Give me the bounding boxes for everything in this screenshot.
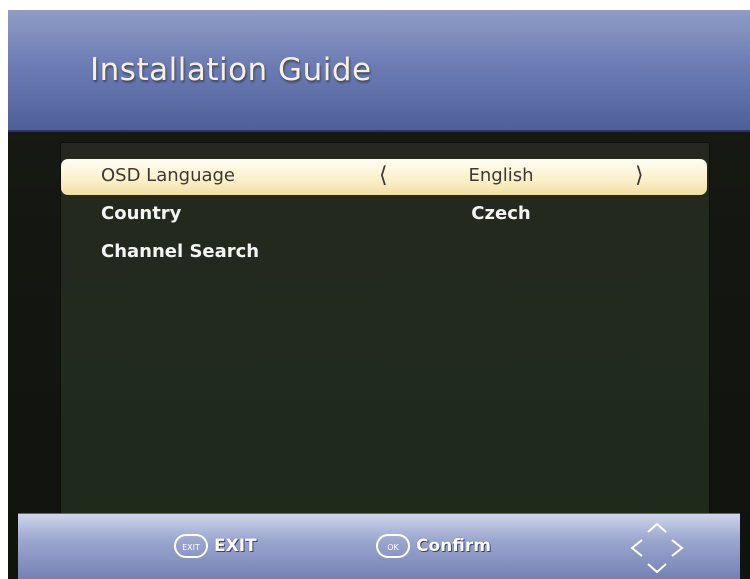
page-title: Installation Guide [90,52,372,88]
menu-item-value: Czech [471,203,531,224]
menu-item-value: English [468,165,534,186]
menu-item-osd-language[interactable]: OSD Language ⟨ English ⟩ [61,159,707,195]
header-bar: Installation Guide [8,10,750,132]
exit-key-icon: EXIT [174,534,208,558]
exit-hint[interactable]: EXIT EXIT [174,534,257,558]
menu-item-label: Country [101,203,182,224]
footer-hint-bar: EXIT EXIT OK Confirm [18,513,740,579]
ok-key-icon: OK [376,534,410,558]
chevron-right-icon[interactable]: ⟩ [635,163,644,188]
menu-panel: OSD Language ⟨ English ⟩ Country Czech C… [60,142,710,516]
confirm-label: Confirm [416,536,491,556]
chevron-left-icon[interactable]: ⟨ [379,163,388,188]
exit-label: EXIT [214,536,257,556]
confirm-hint[interactable]: OK Confirm [376,534,491,558]
menu-item-channel-search[interactable]: Channel Search [61,235,707,271]
tv-screen: Installation Guide OSD Language ⟨ Englis… [8,10,750,579]
menu-item-country[interactable]: Country Czech [61,197,707,233]
menu-item-label: OSD Language [101,165,236,186]
navigation-arrows-icon [630,522,684,574]
menu-item-label: Channel Search [101,241,260,262]
